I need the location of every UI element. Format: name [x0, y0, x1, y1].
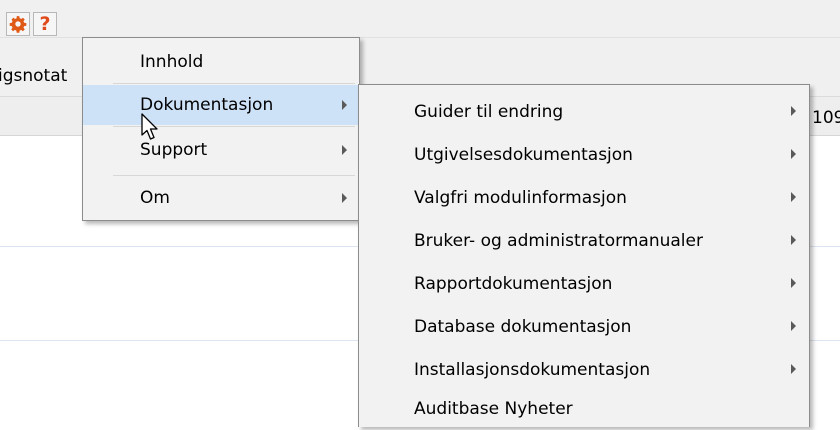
submenu-item-label: Database dokumentasjon — [414, 316, 632, 337]
help-button[interactable]: ? — [33, 12, 57, 36]
documentation-submenu: Guider til endring Utgivelsesdokumentasj… — [358, 84, 810, 427]
submenu-item-rapport[interactable]: Rapportdokumentasjon — [359, 262, 809, 305]
submenu-arrow-icon — [342, 100, 347, 110]
toolbar: ? — [0, 0, 840, 38]
submenu-item-guider[interactable]: Guider til endring — [359, 90, 809, 133]
submenu-item-modulinformasjon[interactable]: Valgfri modulinformasjon — [359, 176, 809, 219]
submenu-item-label: Rapportdokumentasjon — [414, 273, 613, 294]
submenu-item-label: Guider til endring — [414, 101, 564, 122]
help-menu: Innhold Dokumentasjon Support Om — [82, 37, 360, 221]
tab-label[interactable]: igsnotat — [0, 66, 67, 86]
menu-item-om[interactable]: Om — [83, 178, 359, 218]
menu-item-label: Om — [140, 188, 170, 208]
help-icon: ? — [39, 12, 51, 35]
gear-icon — [9, 15, 27, 33]
submenu-item-manualer[interactable]: Bruker- og administratormanualer — [359, 219, 809, 262]
submenu-arrow-icon — [342, 193, 347, 203]
menu-item-label: Innhold — [140, 52, 204, 72]
submenu-arrow-icon — [791, 106, 796, 116]
settings-button[interactable] — [6, 12, 30, 36]
submenu-arrow-icon — [342, 145, 347, 155]
submenu-arrow-icon — [791, 278, 796, 288]
submenu-arrow-icon — [791, 364, 796, 374]
submenu-item-label: Installasjonsdokumentasjon — [414, 359, 651, 380]
menu-item-innhold[interactable]: Innhold — [83, 42, 359, 82]
submenu-item-database[interactable]: Database dokumentasjon — [359, 305, 809, 348]
submenu-arrow-icon — [791, 192, 796, 202]
submenu-item-installasjon[interactable]: Installasjonsdokumentasjon — [359, 348, 809, 391]
menu-item-dokumentasjon[interactable]: Dokumentasjon — [83, 85, 359, 125]
menu-item-label: Dokumentasjon — [140, 95, 274, 115]
submenu-item-utgivelse[interactable]: Utgivelsesdokumentasjon — [359, 133, 809, 176]
menu-separator — [113, 175, 355, 176]
menu-separator — [113, 83, 355, 84]
submenu-arrow-icon — [791, 149, 796, 159]
submenu-item-label: Bruker- og administratormanualer — [414, 230, 703, 251]
submenu-item-nyheter[interactable]: Auditbase Nyheter — [359, 387, 809, 430]
mouse-cursor-icon — [140, 113, 160, 148]
menu-item-support[interactable]: Support — [83, 130, 359, 170]
submenu-arrow-icon — [791, 321, 796, 331]
column-header-text: 109 — [812, 108, 840, 128]
submenu-arrow-icon — [791, 235, 796, 245]
submenu-item-label: Auditbase Nyheter — [414, 398, 573, 419]
submenu-item-label: Valgfri modulinformasjon — [414, 187, 627, 208]
submenu-item-label: Utgivelsesdokumentasjon — [414, 144, 633, 165]
